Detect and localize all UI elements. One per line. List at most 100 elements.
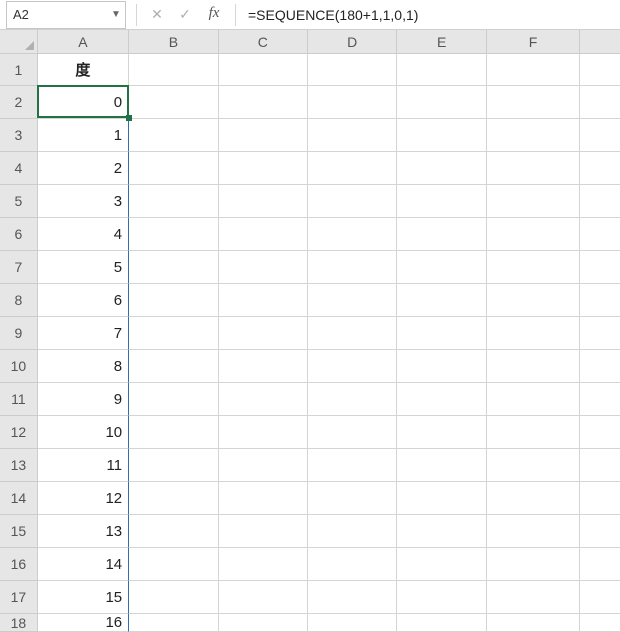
cell-G14[interactable] [580,482,620,515]
name-box-dropdown-icon[interactable]: ▼ [107,9,125,20]
cell-G1[interactable] [580,54,620,86]
row-header[interactable]: 17 [0,581,38,614]
row-header[interactable]: 1 [0,54,38,86]
cell-C18[interactable] [219,614,308,632]
cell-F16[interactable] [487,548,580,581]
cell-E10[interactable] [397,350,486,383]
cell-A14[interactable]: 12 [38,482,129,515]
row-header[interactable]: 9 [0,317,38,350]
row-header[interactable]: 12 [0,416,38,449]
cell-F14[interactable] [487,482,580,515]
col-header-E[interactable]: E [397,30,486,53]
cell-D1[interactable] [308,54,397,86]
cell-C6[interactable] [219,218,308,251]
cell-F6[interactable] [487,218,580,251]
row-header[interactable]: 14 [0,482,38,515]
cell-D9[interactable] [308,317,397,350]
cell-E7[interactable] [397,251,486,284]
cell-A5[interactable]: 3 [38,185,129,218]
cell-B9[interactable] [129,317,218,350]
cell-D15[interactable] [308,515,397,548]
cell-C11[interactable] [219,383,308,416]
cell-B8[interactable] [129,284,218,317]
cell-G15[interactable] [580,515,620,548]
cell-D18[interactable] [308,614,397,632]
cell-G11[interactable] [580,383,620,416]
cell-G3[interactable] [580,119,620,152]
cell-A4[interactable]: 2 [38,152,129,185]
cell-G13[interactable] [580,449,620,482]
cell-E9[interactable] [397,317,486,350]
insert-function-icon[interactable]: fx [199,5,229,24]
cell-F5[interactable] [487,185,580,218]
cell-G7[interactable] [580,251,620,284]
cell-F1[interactable] [487,54,580,86]
cell-B15[interactable] [129,515,218,548]
cell-B10[interactable] [129,350,218,383]
cell-D7[interactable] [308,251,397,284]
cell-C17[interactable] [219,581,308,614]
cell-B14[interactable] [129,482,218,515]
col-header-D[interactable]: D [308,30,397,53]
cell-A17[interactable]: 15 [38,581,129,614]
cell-D4[interactable] [308,152,397,185]
cell-G10[interactable] [580,350,620,383]
cell-A1[interactable]: 度 [38,54,129,86]
cell-F11[interactable] [487,383,580,416]
cell-E17[interactable] [397,581,486,614]
cell-C7[interactable] [219,251,308,284]
cell-G16[interactable] [580,548,620,581]
row-header[interactable]: 3 [0,119,38,152]
cell-C12[interactable] [219,416,308,449]
cell-B2[interactable] [129,86,218,119]
cell-E2[interactable] [397,86,486,119]
cell-D16[interactable] [308,548,397,581]
cell-E12[interactable] [397,416,486,449]
col-header-F[interactable]: F [487,30,580,53]
cell-F18[interactable] [487,614,580,632]
row-header[interactable]: 6 [0,218,38,251]
cell-A9[interactable]: 7 [38,317,129,350]
cell-D10[interactable] [308,350,397,383]
cell-G5[interactable] [580,185,620,218]
cell-C9[interactable] [219,317,308,350]
cell-B16[interactable] [129,548,218,581]
cell-G18[interactable] [580,614,620,632]
row-header[interactable]: 16 [0,548,38,581]
col-header-B[interactable]: B [129,30,218,53]
cell-A3[interactable]: 1 [38,119,129,152]
cell-C4[interactable] [219,152,308,185]
cell-B13[interactable] [129,449,218,482]
cell-E18[interactable] [397,614,486,632]
cell-G9[interactable] [580,317,620,350]
cell-B3[interactable] [129,119,218,152]
row-header[interactable]: 13 [0,449,38,482]
cell-B11[interactable] [129,383,218,416]
cell-E3[interactable] [397,119,486,152]
cell-E14[interactable] [397,482,486,515]
cell-E16[interactable] [397,548,486,581]
cell-D2[interactable] [308,86,397,119]
cell-C3[interactable] [219,119,308,152]
cell-B1[interactable] [129,54,218,86]
cell-G4[interactable] [580,152,620,185]
cell-B18[interactable] [129,614,218,632]
cell-C15[interactable] [219,515,308,548]
cell-A13[interactable]: 11 [38,449,129,482]
select-all-corner[interactable] [0,30,38,53]
cell-E8[interactable] [397,284,486,317]
cell-G12[interactable] [580,416,620,449]
cell-A11[interactable]: 9 [38,383,129,416]
cell-E15[interactable] [397,515,486,548]
cell-B4[interactable] [129,152,218,185]
cell-E13[interactable] [397,449,486,482]
cell-F17[interactable] [487,581,580,614]
cell-C1[interactable] [219,54,308,86]
cell-F10[interactable] [487,350,580,383]
row-header[interactable]: 8 [0,284,38,317]
cell-D8[interactable] [308,284,397,317]
cell-B7[interactable] [129,251,218,284]
cell-F2[interactable] [487,86,580,119]
cell-F8[interactable] [487,284,580,317]
cell-G8[interactable] [580,284,620,317]
